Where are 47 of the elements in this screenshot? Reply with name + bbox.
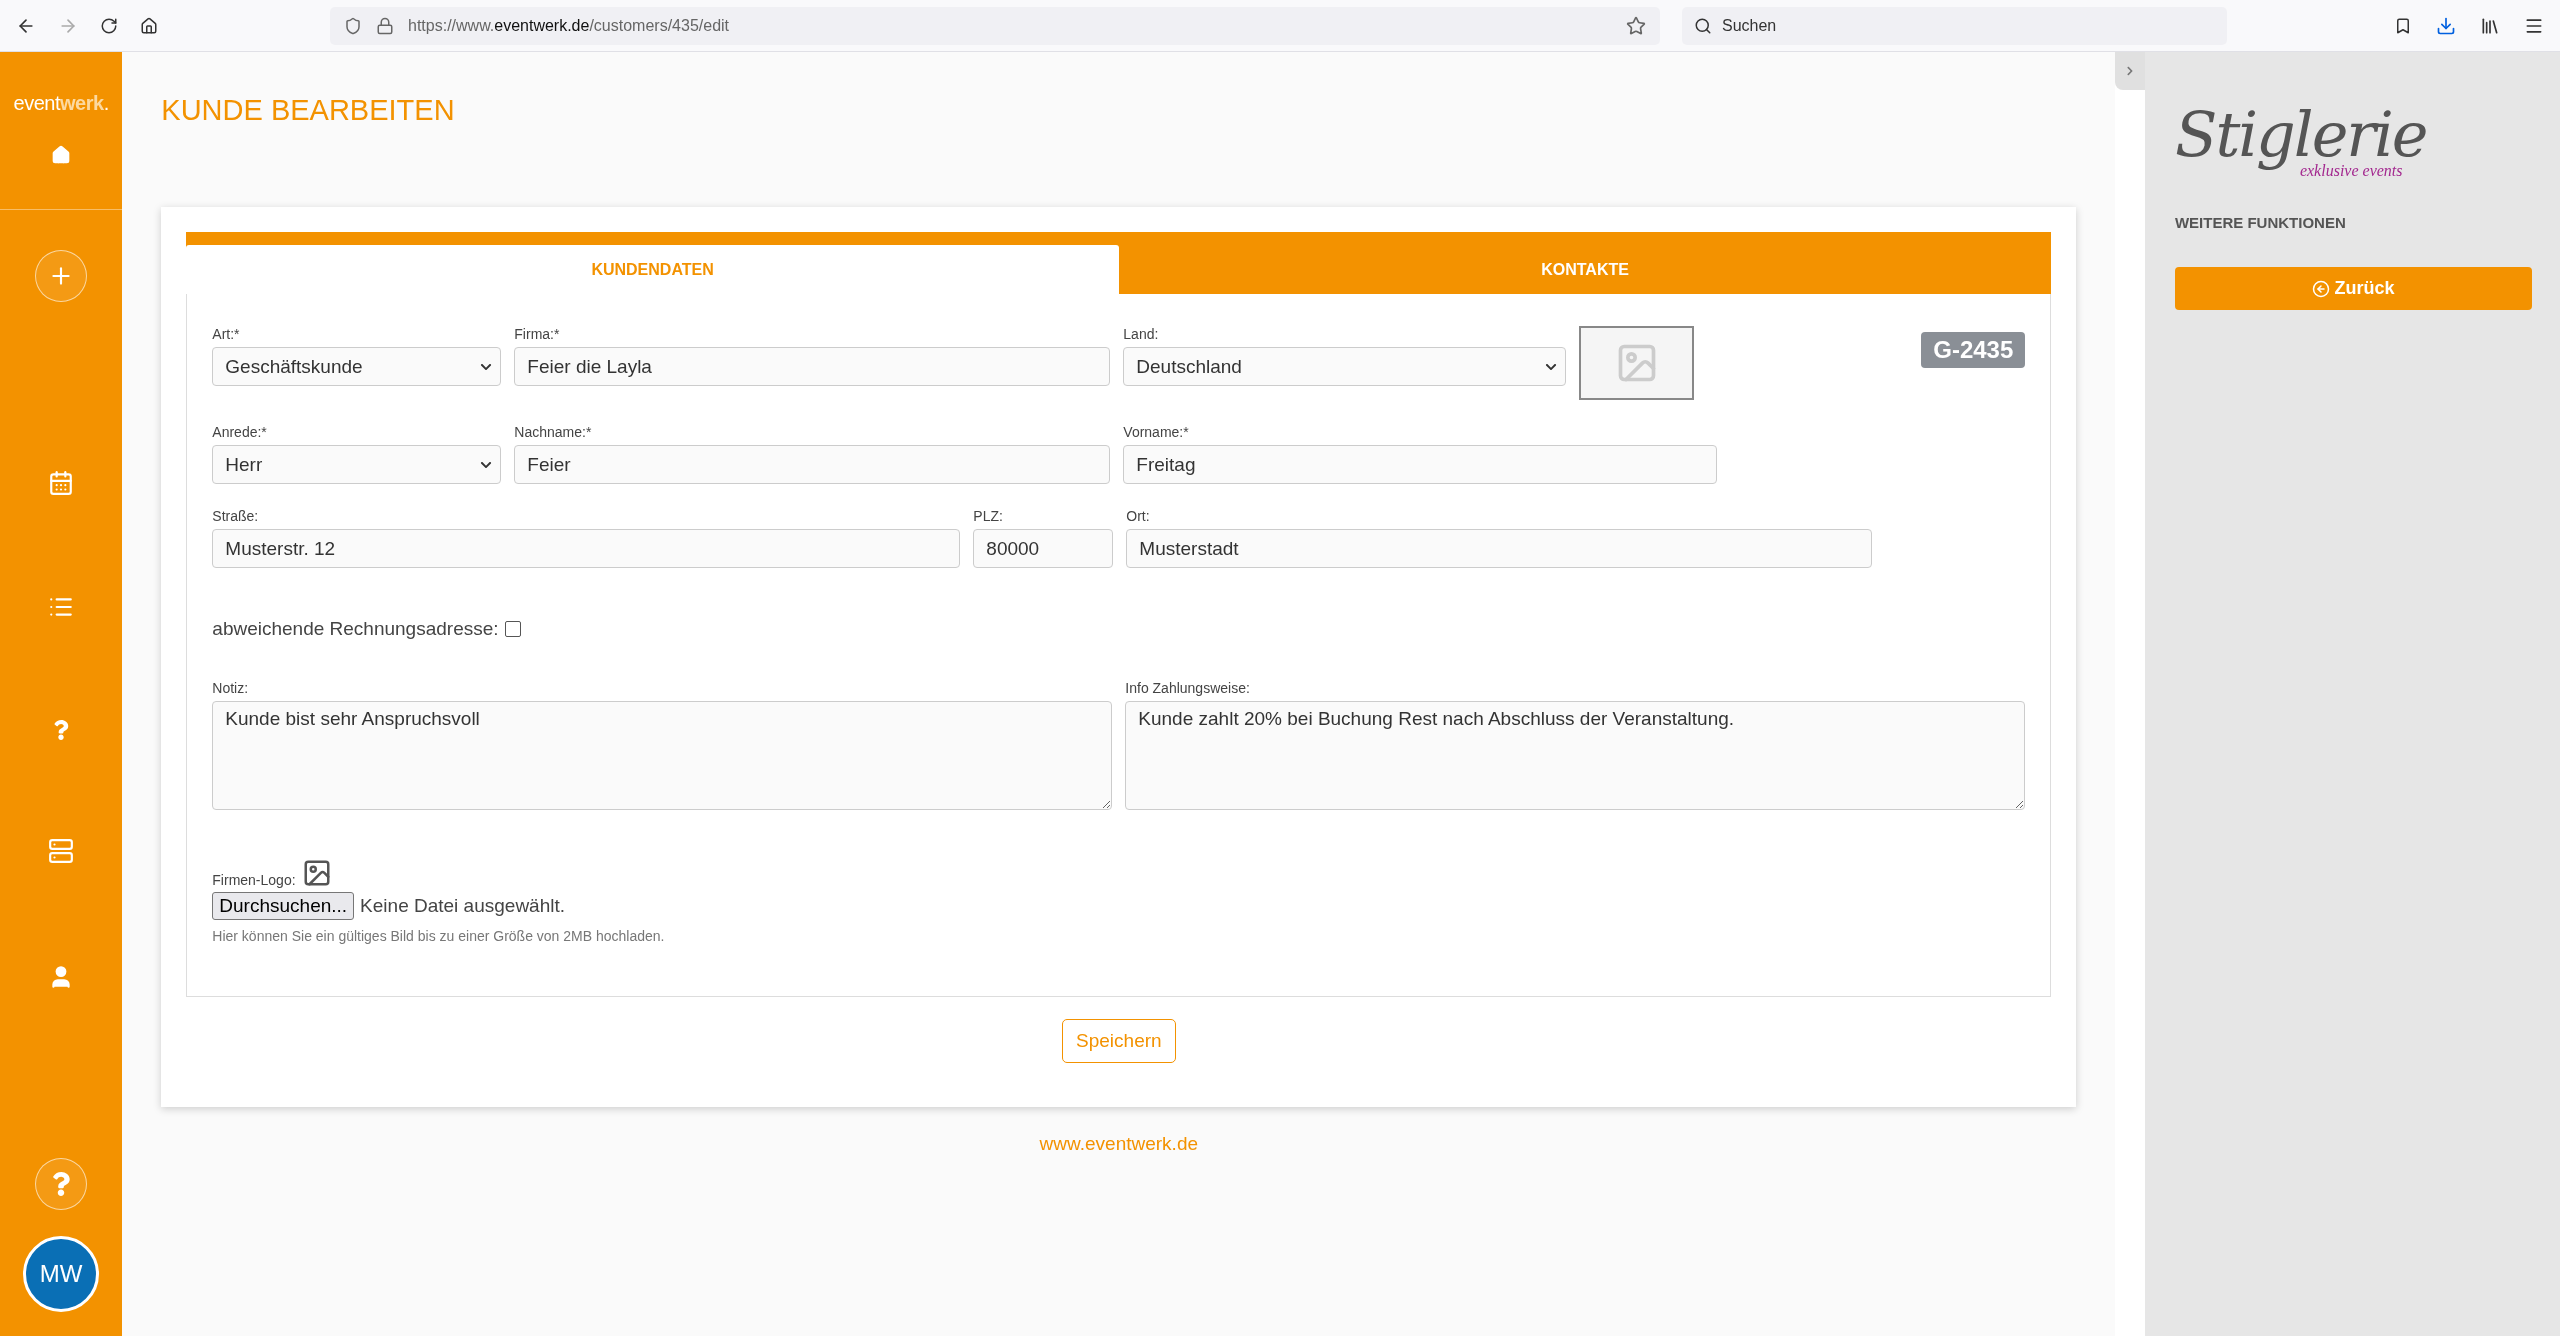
field-label: Land: bbox=[1123, 326, 1160, 342]
input-field[interactable]: Feier bbox=[514, 445, 1111, 484]
address-bar[interactable]: https://www.eventwerk.de/customers/435/edit bbox=[330, 6, 1660, 45]
field-label: Art:* bbox=[212, 326, 241, 342]
textarea-field[interactable]: Kunde zahlt 20% bei Buchung Rest nach Abschluss der Veranstaltung. bbox=[1125, 701, 2026, 810]
checkbox[interactable] bbox=[504, 621, 521, 637]
field-label: Firma:* bbox=[514, 326, 561, 342]
shield-icon bbox=[344, 16, 362, 35]
help-button[interactable] bbox=[35, 1158, 88, 1210]
field-label: PLZ: bbox=[973, 508, 1004, 524]
home-icon[interactable] bbox=[140, 16, 158, 35]
star-icon[interactable] bbox=[1626, 15, 1646, 36]
input-field[interactable]: Feier die Layla bbox=[514, 347, 1111, 386]
arrow-left-icon bbox=[2312, 279, 2331, 298]
page-title: KUNDE BEARBEITEN bbox=[161, 94, 456, 128]
lock-icon bbox=[376, 16, 394, 35]
file-status: Keine Datei ausgewählt. bbox=[360, 895, 566, 917]
input-field[interactable]: Freitag bbox=[1123, 445, 1718, 484]
panel-heading: WEITERE FUNKTIONEN bbox=[2174, 214, 2347, 231]
select-field[interactable]: Herr bbox=[212, 445, 502, 484]
checkbox-label: abweichende Rechnungsadresse: bbox=[212, 618, 499, 640]
panel-toggle[interactable] bbox=[2115, 52, 2145, 90]
browse-button[interactable]: Durchsuchen... bbox=[212, 892, 355, 920]
customer-number: G-2435 bbox=[1921, 332, 2026, 368]
input-field[interactable]: Musterstr. 12 bbox=[212, 529, 961, 568]
search-field[interactable]: Suchen bbox=[1682, 6, 2227, 45]
field-label: Anrede:* bbox=[212, 424, 268, 440]
input-field[interactable]: Musterstadt bbox=[1126, 529, 1873, 568]
field-label: Ort: bbox=[1126, 508, 1151, 524]
search-icon bbox=[1694, 16, 1712, 35]
reload-icon[interactable] bbox=[100, 16, 118, 35]
upload-hint: Hier können Sie ein gültiges Bild bis zu einer Größe von 2MB hochladen. bbox=[212, 928, 666, 944]
field-label: Vorname:* bbox=[1123, 424, 1190, 440]
user-avatar[interactable]: MW bbox=[23, 1236, 100, 1312]
field-label: Info Zahlungsweise: bbox=[1125, 680, 1251, 696]
select-field[interactable]: Deutschland bbox=[1123, 347, 1567, 386]
select-field[interactable]: Geschäftskunde bbox=[212, 347, 502, 386]
textarea-field[interactable]: Kunde bist sehr Anspruchsvoll bbox=[212, 701, 1113, 810]
server-icon[interactable] bbox=[48, 838, 75, 864]
field-label: Straße: bbox=[212, 508, 260, 524]
field-label: Nachname:* bbox=[514, 424, 593, 440]
input-field[interactable]: 80000 bbox=[973, 529, 1114, 568]
field-label: Notiz: bbox=[212, 680, 250, 696]
add-button[interactable] bbox=[35, 250, 88, 302]
download-icon[interactable] bbox=[2436, 15, 2456, 36]
calendar-icon[interactable] bbox=[48, 470, 75, 496]
field-label: Firmen-Logo: bbox=[212, 872, 296, 888]
